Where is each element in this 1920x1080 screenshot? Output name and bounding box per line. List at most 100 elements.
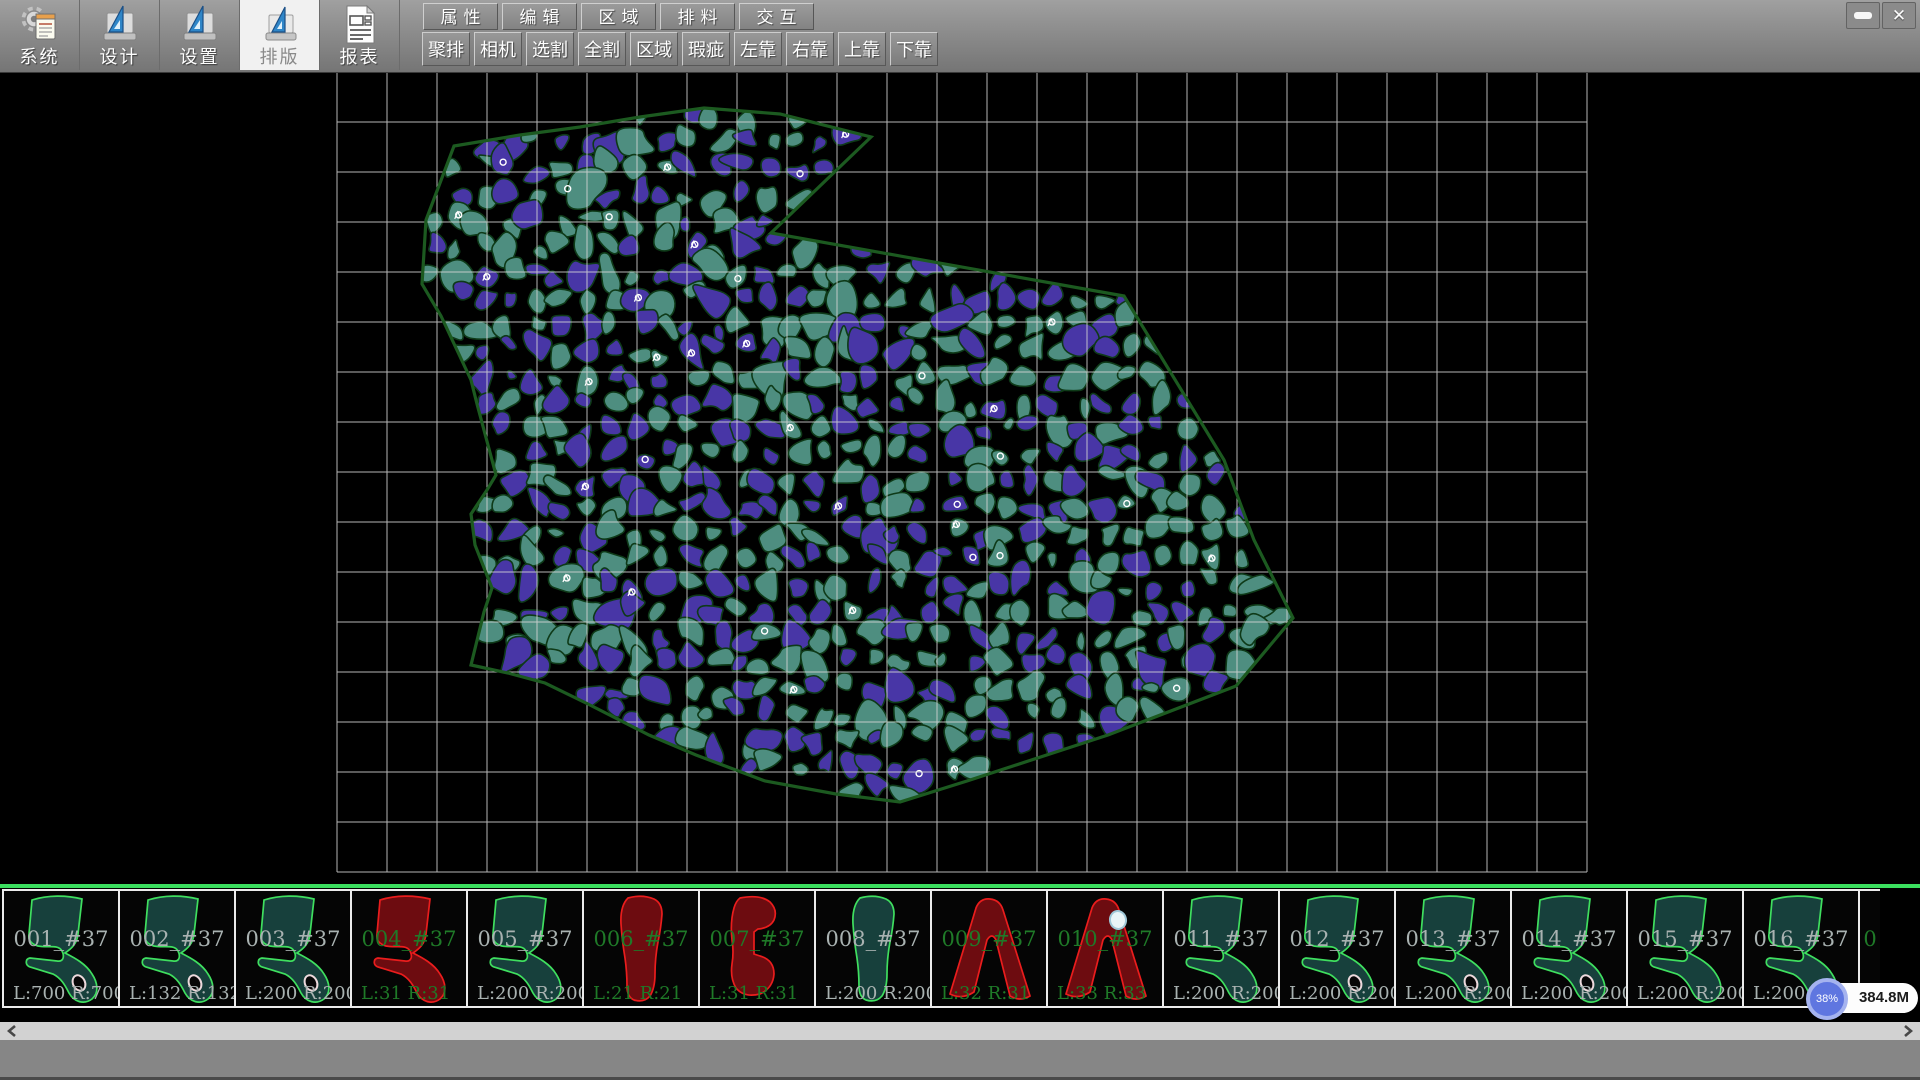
menu-tab-3[interactable]: 区域	[581, 3, 656, 30]
nav-button-design[interactable]: 设计	[80, 0, 160, 70]
close-button[interactable]: ✕	[1882, 2, 1916, 29]
application-window: 系统 设计	[0, 0, 1920, 1080]
tool-button-4[interactable]: 全割	[578, 32, 626, 66]
part-name: 001_#37	[4, 927, 118, 951]
part-cell-8[interactable]: 008_#37 L:200 R:200	[814, 889, 932, 1008]
part-cell-12[interactable]: 012_#37 L:200 R:200	[1278, 889, 1396, 1008]
tool-button-10[interactable]: 下靠	[890, 32, 938, 66]
nesting-canvas[interactable]	[0, 72, 1920, 884]
bottom-panel	[0, 1040, 1920, 1077]
part-cell-4[interactable]: 004_#37 L:31 R:31	[350, 889, 468, 1008]
app-nav: 系统 设计	[0, 0, 400, 72]
part-quantity-info: L:200 R:200	[477, 983, 584, 1004]
part-name: 006_#37	[584, 927, 698, 951]
part-name: 002_#37	[120, 927, 234, 951]
part-quantity-info: L:132 R:132	[129, 983, 236, 1004]
part-quantity-info: L:32 R:31	[941, 983, 1030, 1004]
close-icon: ✕	[1892, 7, 1906, 24]
nav-button-system[interactable]: 系统	[0, 0, 80, 70]
status-badge: 384.8M 38%	[1806, 978, 1918, 1020]
nav-button-report[interactable]: 报表	[320, 0, 400, 70]
chevron-left-icon	[7, 1025, 17, 1037]
part-name: 014_#37	[1512, 927, 1626, 951]
menu-tab-5[interactable]: 交互	[739, 3, 814, 30]
tool-button-8[interactable]: 右靠	[786, 32, 834, 66]
part-name: 0	[1860, 927, 1880, 951]
report-icon	[339, 3, 381, 47]
part-quantity-info: L:200 R:200	[1173, 983, 1280, 1004]
tool-button-1[interactable]: 聚排	[422, 32, 470, 66]
part-cell-3[interactable]: 003_#37 L:200 R:200	[234, 889, 352, 1008]
part-name: 013_#37	[1396, 927, 1510, 951]
menu-tab-2[interactable]: 编辑	[502, 3, 577, 30]
part-name: 011_#37	[1164, 927, 1278, 951]
part-quantity-info: L:21 R:21	[593, 983, 682, 1004]
part-name: 008_#37	[816, 927, 930, 951]
part-name: 015_#37	[1628, 927, 1742, 951]
part-cell-6[interactable]: 006_#37 L:21 R:21	[582, 889, 700, 1008]
nested-pieces	[419, 103, 1293, 810]
part-cell-11[interactable]: 011_#37 L:200 R:200	[1162, 889, 1280, 1008]
part-cell-13[interactable]: 013_#37 L:200 R:200	[1394, 889, 1512, 1008]
part-quantity-info: L:200 R:200	[1637, 983, 1744, 1004]
system-gear-icon	[19, 3, 61, 47]
window-controls: ✕	[1846, 2, 1916, 29]
part-cell-15[interactable]: 015_#37 L:200 R:200	[1626, 889, 1744, 1008]
part-name: 005_#37	[468, 927, 582, 951]
scroll-right-button[interactable]	[1896, 1022, 1920, 1040]
part-quantity-info: L:200 R:200	[1521, 983, 1628, 1004]
part-cell-7[interactable]: 007_#37 L:31 R:31	[698, 889, 816, 1008]
part-name: 004_#37	[352, 927, 466, 951]
minimize-icon	[1854, 12, 1872, 19]
progress-circle: 38%	[1806, 978, 1848, 1020]
scroll-left-button[interactable]	[0, 1022, 24, 1040]
tool-button-9[interactable]: 上靠	[838, 32, 886, 66]
parts-strip: 001_#37L:700 R:700002_#37L:132 R:132003_…	[0, 884, 1920, 1010]
part-cell-2[interactable]: 002_#37 L:132 R:132	[118, 889, 236, 1008]
part-quantity-info: L:31 R:31	[361, 983, 450, 1004]
tool-button-row: 聚排相机选割全割区域瑕疵左靠右靠上靠下靠	[422, 32, 938, 66]
nav-label: 设计	[100, 47, 140, 67]
parts-cells: 001_#37L:700 R:700002_#37L:132 R:132003_…	[2, 889, 1880, 1008]
nav-label: 设置	[180, 47, 220, 67]
nav-label: 系统	[20, 47, 60, 67]
part-cell-9[interactable]: 009_#37L:32 R:31	[930, 889, 1048, 1008]
nav-button-settings[interactable]: 设置	[160, 0, 240, 70]
part-quantity-info: L:200 R:200	[825, 983, 932, 1004]
part-name: 007_#37	[700, 927, 814, 951]
part-cell-14[interactable]: 014_#37 L:200 R:200	[1510, 889, 1628, 1008]
nav-button-nesting-selected[interactable]: 排版	[240, 0, 320, 70]
nav-label: 报表	[340, 47, 380, 67]
part-quantity-info: L:200 R:200	[1405, 983, 1512, 1004]
part-cell-1[interactable]: 001_#37 L:700 R:700	[2, 889, 120, 1008]
tool-button-2[interactable]: 相机	[474, 32, 522, 66]
toolbar: 系统 设计	[0, 0, 1920, 73]
minimize-button[interactable]	[1846, 2, 1880, 29]
part-cell-10[interactable]: 010_#37 L:33 R:33	[1046, 889, 1164, 1008]
part-name: 010_#37	[1048, 927, 1162, 951]
menu-tab-1[interactable]: 属性	[423, 3, 498, 30]
part-name: 012_#37	[1280, 927, 1394, 951]
part-cell-5[interactable]: 005_#37 L:200 R:200	[466, 889, 584, 1008]
tool-button-7[interactable]: 左靠	[734, 32, 782, 66]
strip-accent-line	[0, 884, 1920, 888]
tool-button-3[interactable]: 选割	[526, 32, 574, 66]
chevron-right-icon	[1903, 1025, 1913, 1037]
part-quantity-info: L:31 R:31	[709, 983, 798, 1004]
settings-ruler-icon	[179, 3, 221, 47]
part-name: 016_#37	[1744, 927, 1858, 951]
part-quantity-info: L:33 R:33	[1057, 983, 1146, 1004]
menu-tab-bar: 属性编辑区域排料交互	[423, 3, 814, 30]
canvas-grid	[337, 72, 1587, 872]
part-quantity-info: L:200 R:200	[245, 983, 352, 1004]
tool-button-6[interactable]: 瑕疵	[682, 32, 730, 66]
part-name: 003_#37	[236, 927, 350, 951]
part-quantity-info: L:200 R:200	[1289, 983, 1396, 1004]
design-ruler-icon	[99, 3, 141, 47]
part-quantity-info: L:700 R:700	[13, 983, 120, 1004]
nav-label: 排版	[260, 47, 300, 67]
tool-button-5[interactable]: 区域	[630, 32, 678, 66]
menu-tab-4[interactable]: 排料	[660, 3, 735, 30]
nesting-ruler-icon	[259, 3, 301, 47]
horizontal-scrollbar[interactable]	[0, 1022, 1920, 1040]
